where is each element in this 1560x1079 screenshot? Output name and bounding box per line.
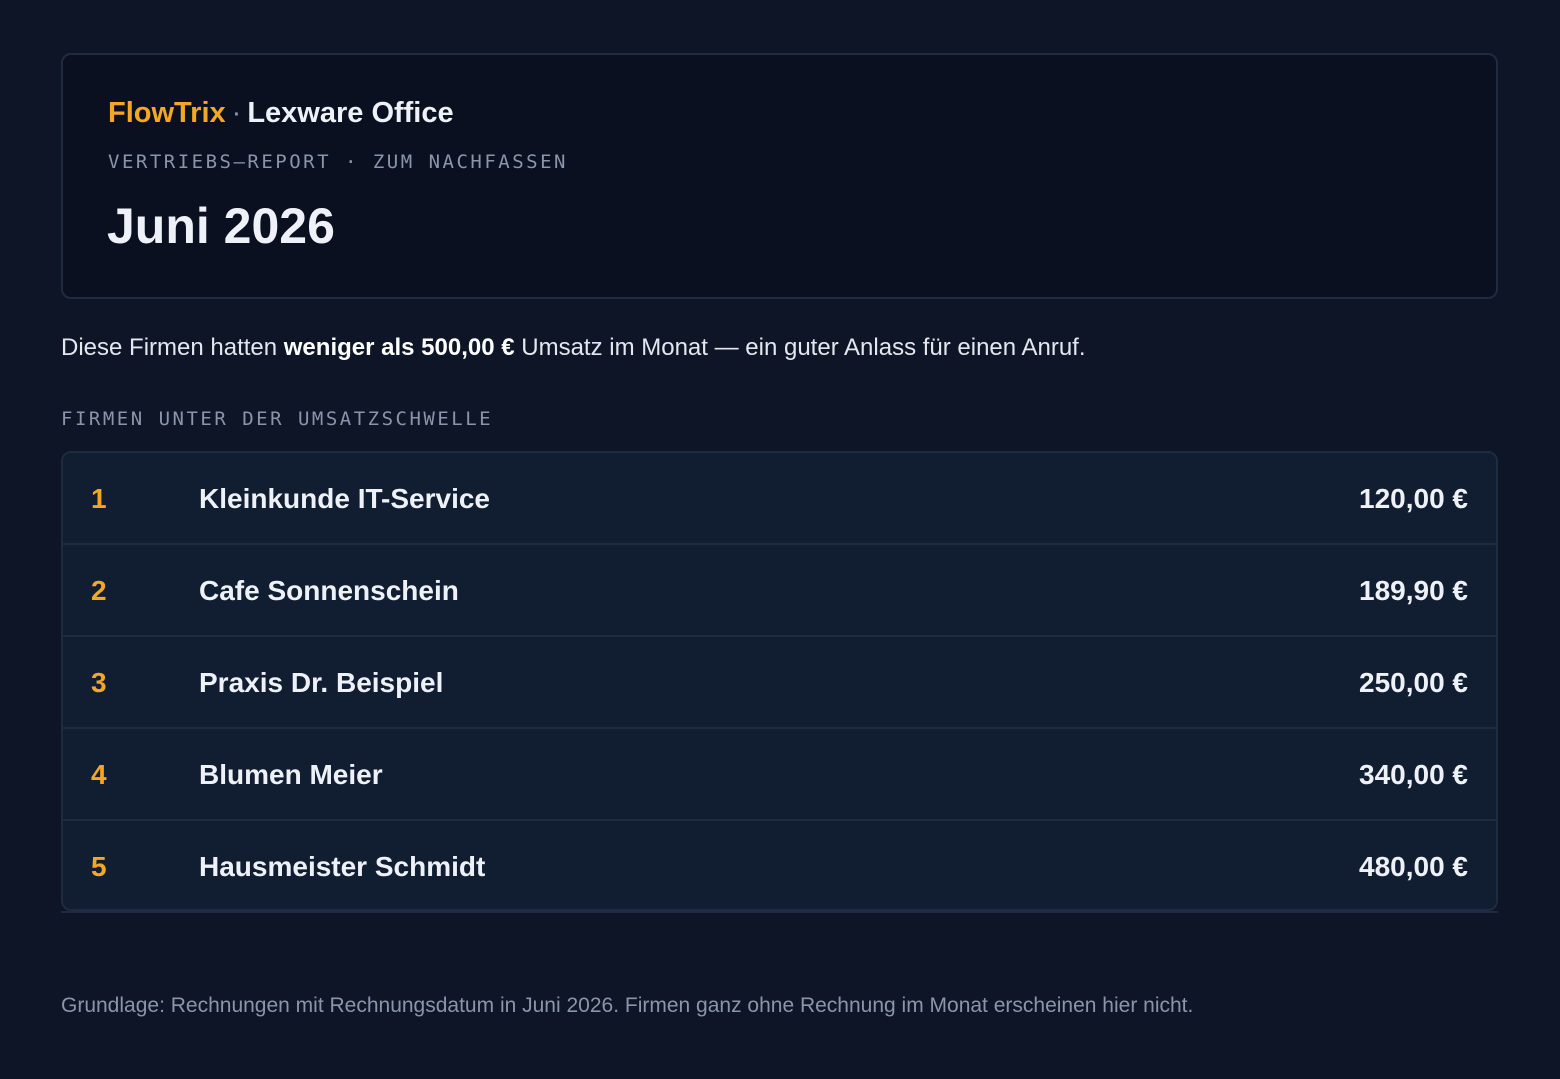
company-name: Hausmeister Schmidt	[199, 851, 486, 882]
app-name: FlowTrix	[108, 97, 226, 129]
footnote: Grundlage: Rechnungen mit Rechnungsdatum…	[61, 994, 1194, 1017]
company-name: Cafe Sonnenschein	[199, 575, 459, 606]
row-rank: 2	[91, 575, 107, 606]
revenue-amount: 250,00 €	[1359, 667, 1468, 698]
row-rank: 5	[91, 851, 107, 882]
table-row: 2 Cafe Sonnenschein 189,90 €	[63, 545, 1496, 637]
brand-line: FlowTrix · Lexware Office	[108, 97, 454, 130]
company-name: Kleinkunde IT-Service	[199, 483, 490, 514]
report-header-card: FlowTrix · Lexware Office VERTRIEBS–REPORT…	[61, 53, 1498, 299]
intro-text: Diese Firmen hatten weniger als 500,00 €…	[61, 334, 1086, 362]
intro-threshold: weniger als 500,00 €	[283, 334, 515, 361]
product-name: Lexware Office	[247, 97, 454, 129]
report-eyebrow: VERTRIEBS–REPORT · ZUM NACHFASSEN	[108, 151, 568, 173]
revenue-amount: 340,00 €	[1359, 759, 1468, 790]
table-row: 3 Praxis Dr. Beispiel 250,00 €	[63, 637, 1496, 729]
section-label: FIRMEN UNTER DER UMSATZSCHWELLE	[61, 408, 494, 430]
revenue-amount: 189,90 €	[1359, 575, 1468, 606]
table-row: 1 Kleinkunde IT-Service 120,00 €	[63, 453, 1496, 545]
page-title: Juni 2026	[107, 198, 335, 254]
row-rank: 4	[91, 759, 107, 790]
company-name: Blumen Meier	[199, 759, 383, 790]
table-row: 5 Hausmeister Schmidt 480,00 €	[63, 821, 1496, 909]
brand-separator: ·	[231, 97, 242, 129]
intro-prefix: Diese Firmen hatten	[61, 334, 284, 361]
companies-table: 1 Kleinkunde IT-Service 120,00 € 2 Cafe …	[61, 451, 1498, 911]
row-rank: 3	[91, 667, 107, 698]
row-rank: 1	[91, 483, 107, 514]
intro-suffix: Umsatz im Monat — ein guter Anlass für e…	[514, 334, 1086, 361]
table-divider	[61, 911, 1498, 913]
revenue-amount: 480,00 €	[1359, 851, 1468, 882]
report-page: FlowTrix · Lexware Office VERTRIEBS–REPORT…	[0, 0, 1560, 1079]
company-name: Praxis Dr. Beispiel	[199, 667, 444, 698]
table-row: 4 Blumen Meier 340,00 €	[63, 729, 1496, 821]
revenue-amount: 120,00 €	[1359, 483, 1468, 514]
